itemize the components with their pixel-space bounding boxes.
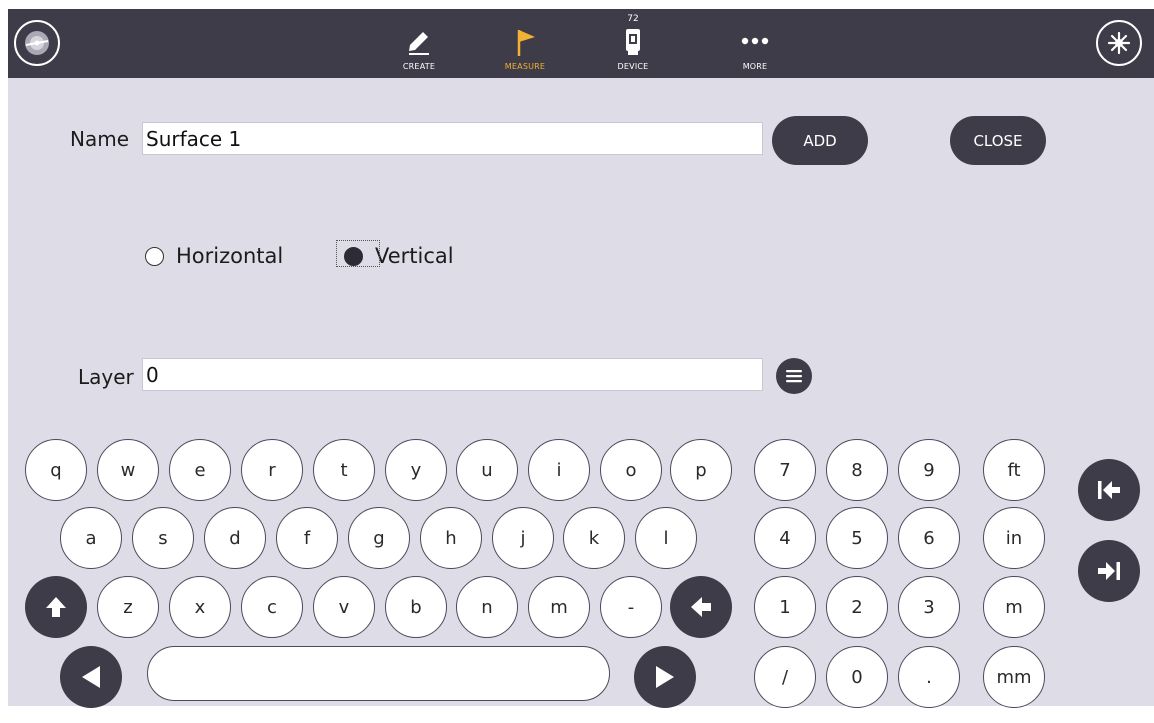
flag-icon bbox=[517, 30, 535, 56]
total-station-icon bbox=[626, 29, 640, 55]
key-5[interactable]: 5 bbox=[826, 507, 888, 569]
key-f[interactable]: f bbox=[276, 507, 338, 569]
key-h[interactable]: h bbox=[420, 507, 482, 569]
cursor-right-key[interactable] bbox=[634, 646, 696, 708]
cursor-left-key[interactable] bbox=[60, 646, 122, 708]
radio-vertical[interactable]: Vertical bbox=[336, 240, 454, 268]
key-c[interactable]: c bbox=[241, 576, 303, 638]
key-v[interactable]: v bbox=[313, 576, 375, 638]
key-9[interactable]: 9 bbox=[898, 439, 960, 501]
key-z[interactable]: z bbox=[97, 576, 159, 638]
hamburger-icon bbox=[786, 370, 802, 383]
name-input[interactable]: Surface 1 bbox=[142, 122, 763, 155]
laser-burst-icon bbox=[1107, 31, 1131, 55]
key-4[interactable]: 4 bbox=[754, 507, 816, 569]
key-a[interactable]: a bbox=[60, 507, 122, 569]
key-ft[interactable]: ft bbox=[983, 439, 1045, 501]
more-dots-icon bbox=[741, 37, 769, 45]
nav-measure-label: MEASURE bbox=[504, 62, 546, 71]
laser-button[interactable] bbox=[1096, 20, 1142, 66]
close-button[interactable]: CLOSE bbox=[950, 116, 1046, 165]
key-0[interactable]: 0 bbox=[826, 646, 888, 708]
key-w[interactable]: w bbox=[97, 439, 159, 501]
key-s[interactable]: s bbox=[132, 507, 194, 569]
key-e[interactable]: e bbox=[169, 439, 231, 501]
key-d[interactable]: d bbox=[204, 507, 266, 569]
key-1[interactable]: 1 bbox=[754, 576, 816, 638]
shift-key[interactable] bbox=[25, 576, 87, 638]
arrow-up-icon bbox=[46, 597, 66, 617]
key-r[interactable]: r bbox=[241, 439, 303, 501]
device-status-number: 72 bbox=[627, 14, 639, 24]
key-dash[interactable]: - bbox=[600, 576, 662, 638]
key-j[interactable]: j bbox=[492, 507, 554, 569]
space-key[interactable] bbox=[147, 646, 610, 701]
nav-create[interactable]: CREATE bbox=[379, 9, 459, 78]
pencil-icon bbox=[409, 32, 429, 55]
compass-button[interactable] bbox=[14, 20, 60, 66]
key-p[interactable]: p bbox=[670, 439, 732, 501]
skip-next-icon bbox=[1098, 562, 1120, 580]
nav-more-label: MORE bbox=[742, 62, 768, 71]
nav-more[interactable]: MORE bbox=[715, 9, 795, 78]
nav-create-label: CREATE bbox=[402, 62, 436, 71]
layer-label: Layer bbox=[78, 365, 134, 389]
key-o[interactable]: o bbox=[600, 439, 662, 501]
name-label: Name bbox=[70, 127, 130, 151]
key-slash[interactable]: / bbox=[754, 646, 816, 708]
key-n[interactable]: n bbox=[456, 576, 518, 638]
key-k[interactable]: k bbox=[563, 507, 625, 569]
next-field-button[interactable] bbox=[1078, 540, 1140, 602]
key-t[interactable]: t bbox=[313, 439, 375, 501]
key-x[interactable]: x bbox=[169, 576, 231, 638]
key-dot[interactable]: . bbox=[898, 646, 960, 708]
key-in[interactable]: in bbox=[983, 507, 1045, 569]
nav-device-label: DEVICE bbox=[617, 62, 649, 71]
key-y[interactable]: y bbox=[385, 439, 447, 501]
skip-previous-icon bbox=[1098, 481, 1120, 499]
previous-field-button[interactable] bbox=[1078, 459, 1140, 521]
key-b[interactable]: b bbox=[385, 576, 447, 638]
triangle-right-icon bbox=[656, 666, 674, 688]
key-u[interactable]: u bbox=[456, 439, 518, 501]
key-mm[interactable]: mm bbox=[983, 646, 1045, 708]
top-toolbar: CREATE MEASURE 72 DEVICE MORE bbox=[8, 9, 1154, 78]
key-l[interactable]: l bbox=[635, 507, 697, 569]
backspace-key[interactable] bbox=[670, 576, 732, 638]
layer-input[interactable]: 0 bbox=[142, 358, 763, 391]
radio-vertical-label: Vertical bbox=[375, 244, 454, 268]
key-2[interactable]: 2 bbox=[826, 576, 888, 638]
focus-outline bbox=[336, 240, 380, 267]
key-7[interactable]: 7 bbox=[754, 439, 816, 501]
radio-horizontal[interactable]: Horizontal bbox=[145, 244, 283, 268]
key-6[interactable]: 6 bbox=[898, 507, 960, 569]
key-g[interactable]: g bbox=[348, 507, 410, 569]
nav-device[interactable]: 72 DEVICE bbox=[593, 9, 673, 78]
nav-measure[interactable]: MEASURE bbox=[485, 9, 565, 78]
triangle-left-icon bbox=[82, 666, 100, 688]
key-m-unit[interactable]: m bbox=[983, 576, 1045, 638]
compass-icon bbox=[25, 31, 49, 55]
key-m[interactable]: m bbox=[528, 576, 590, 638]
key-q[interactable]: q bbox=[25, 439, 87, 501]
arrow-left-icon bbox=[691, 597, 711, 617]
add-button[interactable]: ADD bbox=[772, 116, 868, 165]
key-i[interactable]: i bbox=[528, 439, 590, 501]
layer-menu-button[interactable] bbox=[776, 358, 812, 394]
key-3[interactable]: 3 bbox=[898, 576, 960, 638]
radio-horizontal-indicator bbox=[145, 246, 164, 266]
key-8[interactable]: 8 bbox=[826, 439, 888, 501]
radio-horizontal-label: Horizontal bbox=[176, 244, 284, 268]
